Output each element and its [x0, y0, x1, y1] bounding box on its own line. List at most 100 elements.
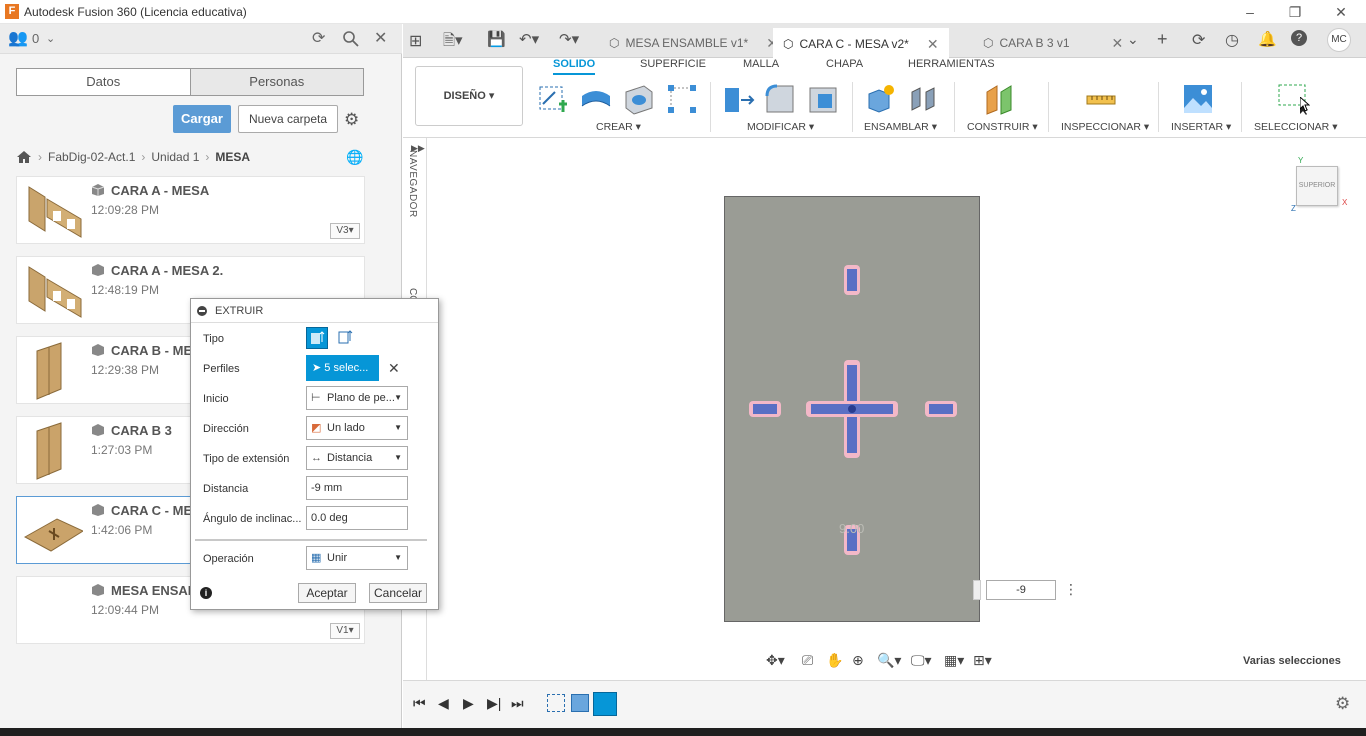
close-icon[interactable]: ✕ — [1331, 2, 1351, 22]
file-menu-icon[interactable]: 🗎▾ — [443, 30, 463, 55]
chevron-down-icon[interactable]: ⌄ — [46, 29, 55, 49]
upload-button[interactable]: Cargar — [173, 105, 231, 133]
taper-angle-input[interactable]: 0.0 deg — [306, 506, 408, 530]
timeline-sketch-icon[interactable] — [547, 694, 565, 712]
group-ensamblar[interactable]: ENSAMBLAR ▾ — [864, 121, 937, 133]
timeline-current-feature-icon[interactable] — [593, 692, 617, 716]
distance-input-box[interactable]: -9 — [986, 580, 1056, 600]
input-drag-handle[interactable] — [973, 580, 981, 600]
browser-label[interactable]: NAVEGADOR — [407, 150, 418, 218]
insert-image-icon[interactable] — [1181, 82, 1215, 116]
new-folder-button[interactable]: Nueva carpeta — [238, 105, 338, 133]
clear-selection-icon[interactable]: ✕ — [388, 360, 400, 377]
version-dropdown[interactable]: V1▾ — [330, 623, 360, 639]
shell-icon[interactable] — [806, 82, 840, 116]
ribbon-tab-superficie[interactable]: SUPERFICIE — [640, 58, 706, 70]
more-options-icon[interactable]: ⋮ — [1064, 581, 1078, 598]
timeline-settings-gear-icon[interactable]: ⚙ — [1335, 694, 1350, 714]
zoom-window-icon[interactable]: 🔍▾ — [877, 652, 901, 669]
ribbon-tab-solido[interactable]: SOLIDO — [553, 58, 596, 75]
grid-icon[interactable]: ▦▾ — [944, 652, 964, 669]
settings-gear-icon[interactable]: ⚙ — [344, 110, 359, 130]
group-inspeccionar[interactable]: INSPECCIONAR ▾ — [1061, 121, 1149, 133]
step-back-icon[interactable]: ◀ — [438, 695, 449, 712]
go-to-end-icon[interactable]: ⏭ — [511, 695, 524, 712]
close-panel-icon[interactable]: ✕ — [374, 29, 387, 49]
view-cube[interactable]: SUPERIOR — [1296, 166, 1338, 206]
restore-icon[interactable]: ❐ — [1285, 2, 1305, 22]
ribbon-tab-malla[interactable]: MALLA — [743, 58, 779, 70]
extent-type-dropdown[interactable]: ↔ Distancia ▼ — [306, 446, 408, 470]
profiles-selection-button[interactable]: ➤ 5 selec... — [306, 355, 379, 381]
play-icon[interactable]: ▶ — [463, 695, 474, 712]
press-pull-icon[interactable] — [721, 82, 755, 116]
ribbon-tab-herramientas[interactable]: HERRAMIENTAS — [908, 58, 995, 70]
breadcrumb-project[interactable]: FabDig-02-Act.1 — [48, 150, 135, 164]
tab-mesa-ensamble[interactable]: ⬡ MESA ENSAMBLE v1* ✕ — [599, 28, 788, 58]
ribbon-tab-chapa[interactable]: CHAPA — [826, 58, 863, 70]
go-to-start-icon[interactable]: ⏮ — [413, 695, 426, 712]
tab-cara-c-active[interactable]: ⬡ CARA C - MESA v2* ✕ — [773, 28, 949, 58]
pan-hand-icon[interactable]: ✋ — [826, 652, 843, 669]
group-insertar[interactable]: INSERTAR ▾ — [1171, 121, 1231, 133]
search-icon[interactable] — [342, 30, 360, 51]
create-sketch-icon[interactable] — [537, 82, 571, 116]
close-tab-icon[interactable]: ✕ — [927, 36, 939, 53]
pattern-icon[interactable] — [665, 82, 699, 116]
refresh-icon[interactable]: ⟳ — [312, 29, 325, 49]
distance-input[interactable]: -9 mm — [306, 476, 408, 500]
tab-overflow-chevron-icon[interactable]: ⌄ — [1127, 31, 1139, 48]
timeline-extrude-icon[interactable] — [571, 694, 589, 712]
tab-cara-b-3[interactable]: ⬡ CARA B 3 v1 ✕ — [973, 28, 1133, 58]
fillet-icon[interactable] — [763, 82, 797, 116]
tab-personas[interactable]: Personas — [189, 69, 363, 95]
team-icon[interactable]: 👥 — [8, 29, 28, 49]
offset-plane-icon[interactable] — [983, 82, 1017, 116]
ok-button[interactable]: Aceptar — [298, 583, 356, 603]
zoom-icon[interactable]: ⊕ — [852, 652, 864, 669]
file-item[interactable]: CARA A - MESA 12:09:28 PM V3▾ — [16, 176, 365, 244]
cancel-button[interactable]: Cancelar — [369, 583, 427, 603]
job-status-icon[interactable]: ⟳ — [1192, 30, 1205, 50]
hole-icon[interactable] — [622, 82, 656, 116]
viewports-icon[interactable]: ⊞▾ — [973, 652, 992, 669]
extrude-icon[interactable] — [579, 82, 613, 116]
version-dropdown[interactable]: V3▾ — [330, 223, 360, 239]
group-modificar[interactable]: MODIFICAR ▾ — [747, 121, 814, 133]
info-icon[interactable]: i — [200, 587, 212, 599]
apps-grid-icon[interactable]: ⊞ — [409, 31, 422, 51]
globe-icon[interactable]: 🌐 — [346, 149, 363, 166]
dialog-header[interactable]: EXTRUIR — [191, 299, 438, 323]
operation-dropdown[interactable]: ▦ Unir ▼ — [306, 546, 408, 570]
minimize-icon[interactable]: – — [1240, 2, 1260, 22]
part-face[interactable]: 9.00 — [724, 196, 980, 622]
start-dropdown[interactable]: ⊢ Plano de pe... ▼ — [306, 386, 408, 410]
type-thin-button[interactable] — [335, 327, 357, 349]
save-icon[interactable]: 💾 — [487, 30, 506, 48]
step-forward-icon[interactable]: ▶| — [487, 695, 501, 712]
group-crear[interactable]: CREAR ▾ — [596, 121, 641, 133]
user-avatar[interactable]: MC — [1327, 28, 1351, 52]
clock-icon[interactable]: ◷ — [1225, 30, 1239, 50]
measure-icon[interactable] — [1084, 82, 1118, 116]
help-icon[interactable]: ? — [1291, 30, 1307, 46]
orbit-icon[interactable]: ✥▾ — [766, 652, 785, 669]
undo-icon[interactable]: ↶▾ — [519, 30, 539, 48]
type-solid-button[interactable] — [306, 327, 328, 349]
new-tab-plus-icon[interactable]: + — [1157, 29, 1168, 50]
home-icon[interactable] — [16, 150, 32, 164]
notifications-bell-icon[interactable]: 🔔 — [1258, 30, 1277, 48]
redo-icon[interactable]: ↷▾ — [559, 30, 579, 48]
collapse-icon[interactable] — [197, 306, 207, 316]
group-construir[interactable]: CONSTRUIR ▾ — [967, 121, 1038, 133]
joint-icon[interactable] — [906, 82, 940, 116]
close-tab-icon[interactable]: ✕ — [1112, 35, 1124, 52]
workspace-dropdown[interactable]: DISEÑO ▾ — [415, 66, 523, 126]
display-settings-icon[interactable]: 🖵▾ — [911, 652, 932, 669]
new-component-icon[interactable] — [863, 82, 897, 116]
group-seleccionar[interactable]: SELECCIONAR ▾ — [1254, 121, 1337, 133]
sketch-profiles[interactable] — [725, 197, 981, 623]
direction-dropdown[interactable]: ◩ Un lado ▼ — [306, 416, 408, 440]
breadcrumb-folder[interactable]: Unidad 1 — [151, 150, 199, 164]
tab-datos[interactable]: Datos — [17, 69, 190, 95]
